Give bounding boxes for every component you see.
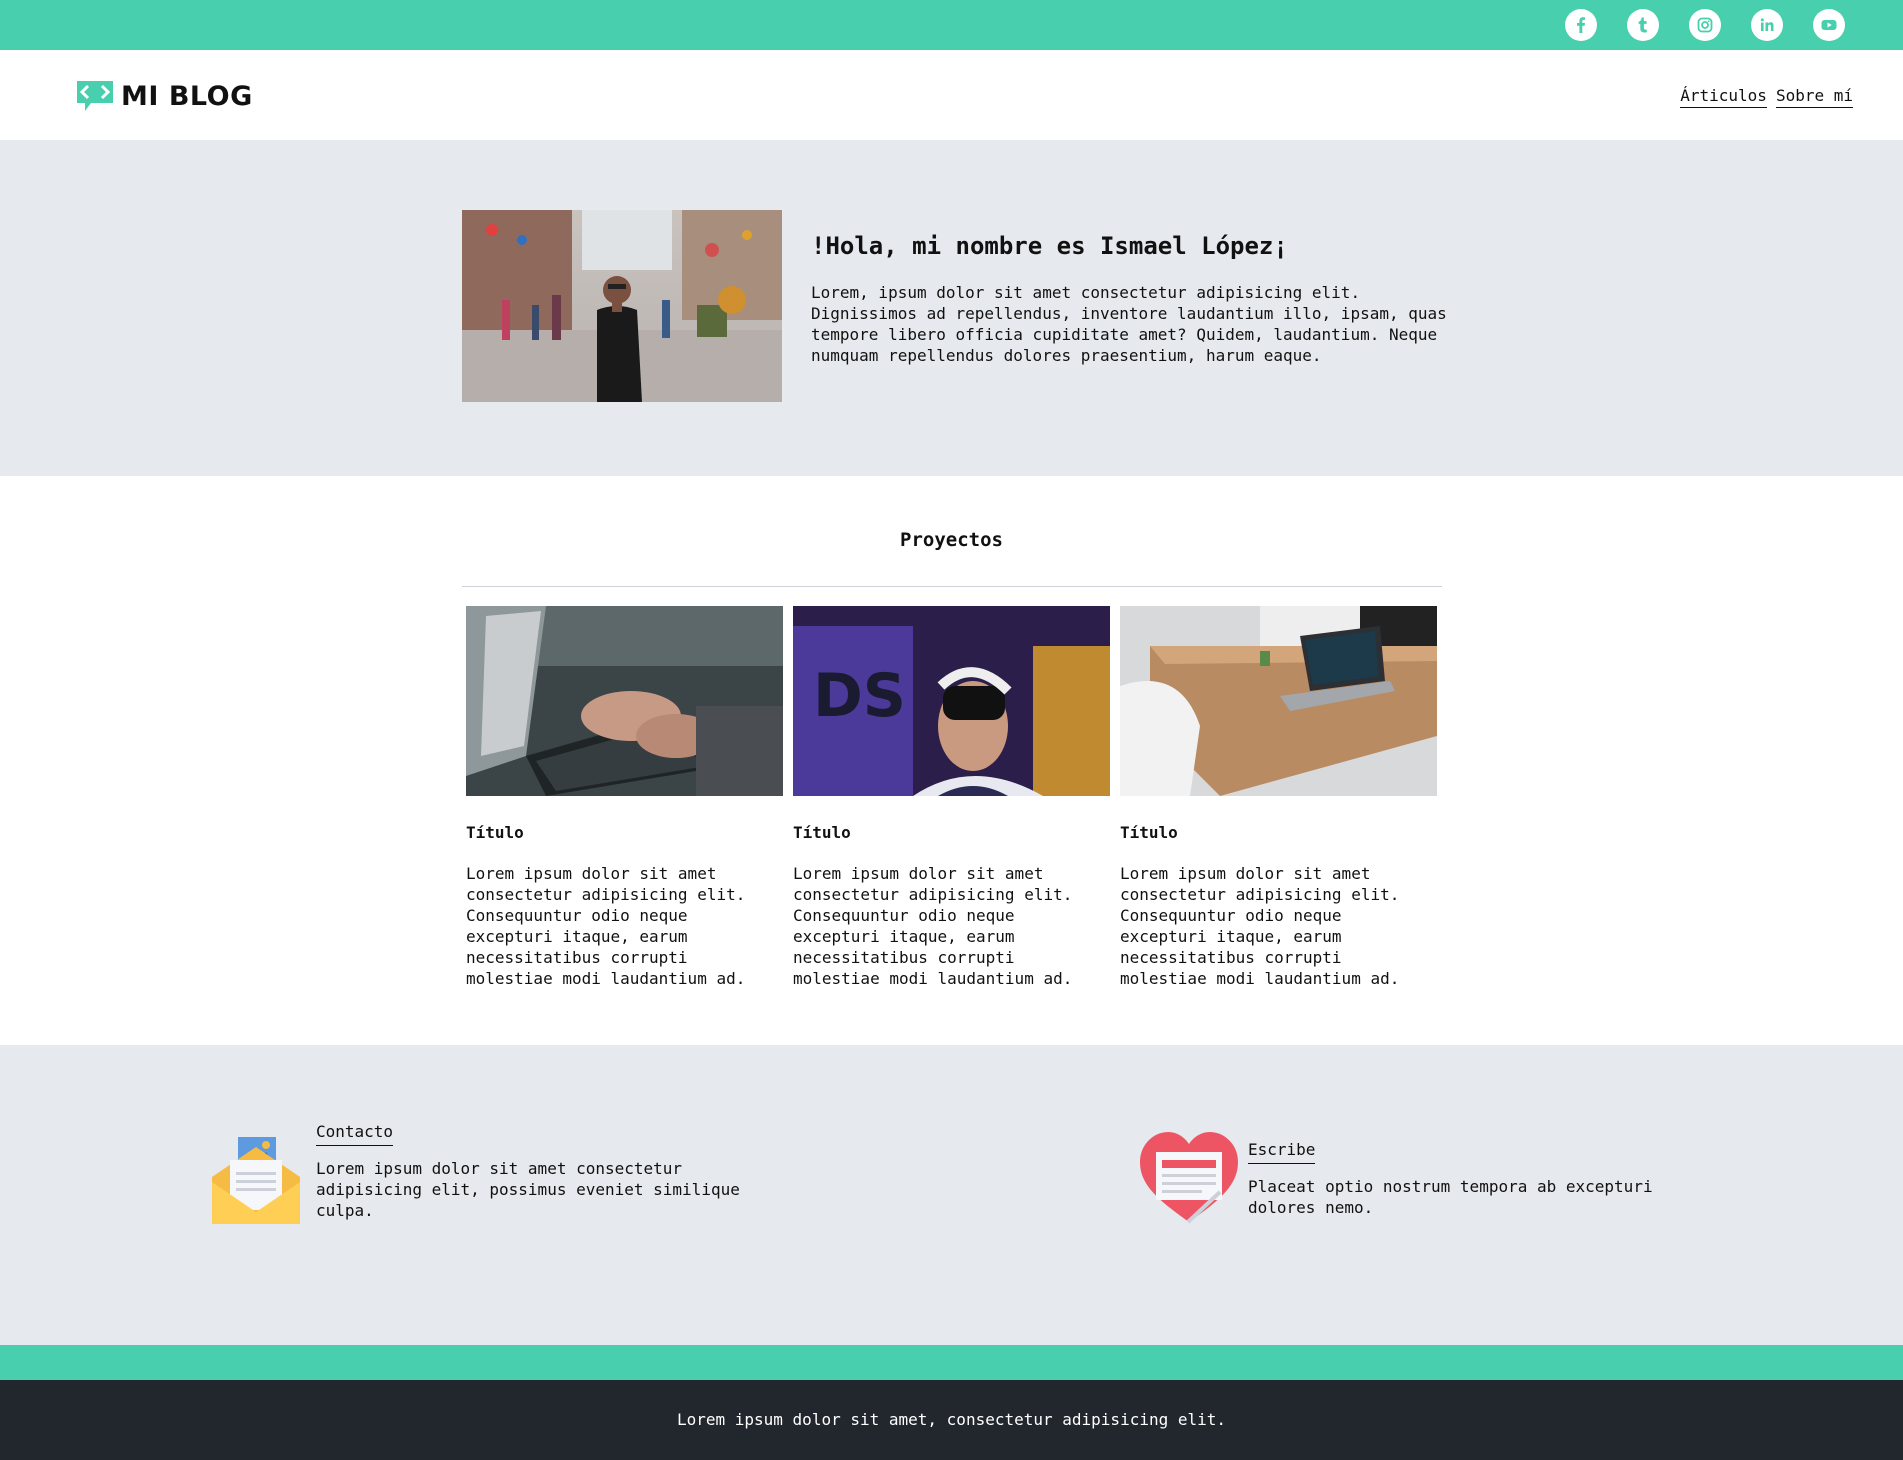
hero-title: !Hola, mi nombre es Ismael López¡ (811, 232, 1288, 260)
project-description: Lorem ipsum dolor sit amet consectetur a… (1120, 864, 1400, 988)
logo-icon (77, 81, 113, 111)
project-image-laptop (466, 606, 783, 796)
hero-section: !Hola, mi nombre es Ismael López¡ Lorem,… (0, 140, 1903, 476)
project-description: Lorem ipsum dolor sit amet consectetur a… (466, 864, 746, 988)
footer: Lorem ipsum dolor sit amet, consectetur … (0, 1380, 1903, 1460)
navbar: MI BLOG Árticulos Sobre mí (0, 50, 1903, 140)
project-card[interactable]: DS Título Lorem ipsum dolor sit amet con… (793, 606, 1110, 989)
footer-band (0, 1345, 1903, 1380)
project-card[interactable]: Título Lorem ipsum dolor sit amet consec… (466, 606, 783, 989)
project-card[interactable]: Título Lorem ipsum dolor sit amet consec… (1120, 606, 1437, 989)
logo[interactable]: MI BLOG (75, 79, 253, 113)
nav-about-link[interactable]: Sobre mí (1775, 86, 1853, 108)
profile-photo (462, 210, 782, 402)
write-block: Escribe Placeat optio nostrum tempora ab… (1138, 1130, 1678, 1226)
project-image-desk (1120, 606, 1437, 796)
main-nav: Árticulos Sobre mí (1680, 86, 1853, 108)
project-title: Título (466, 823, 524, 842)
mail-icon (212, 1137, 300, 1224)
nav-articles-link[interactable]: Árticulos (1680, 86, 1767, 108)
project-image-vr: DS (793, 606, 1110, 796)
write-title[interactable]: Escribe (1248, 1140, 1316, 1164)
svg-text:DS: DS (813, 661, 906, 731)
hero-description: Lorem, ipsum dolor sit amet consectetur … (811, 283, 1447, 365)
instagram-icon[interactable] (1689, 9, 1721, 41)
tumblr-icon[interactable] (1627, 9, 1659, 41)
projects-divider (462, 586, 1442, 587)
linkedin-icon[interactable] (1751, 9, 1783, 41)
project-description: Lorem ipsum dolor sit amet consectetur a… (793, 864, 1073, 988)
contact-description: Lorem ipsum dolor sit amet consectetur a… (316, 1159, 740, 1220)
footer-text: Lorem ipsum dolor sit amet, consectetur … (676, 1410, 1227, 1429)
logo-text: MI BLOG (121, 80, 253, 112)
social-links (1565, 9, 1845, 41)
project-title: Título (1120, 823, 1178, 842)
contact-section: Contacto Lorem ipsum dolor sit amet cons… (0, 1045, 1903, 1345)
top-bar (0, 0, 1903, 50)
youtube-icon[interactable] (1813, 9, 1845, 41)
contact-block: Contacto Lorem ipsum dolor sit amet cons… (210, 1122, 756, 1228)
project-title: Título (793, 823, 851, 842)
contact-title[interactable]: Contacto (316, 1122, 394, 1146)
write-description: Placeat optio nostrum tempora ab exceptu… (1248, 1177, 1653, 1217)
facebook-icon[interactable] (1565, 9, 1597, 41)
projects-section: Proyectos Título Lorem ipsum dolor sit a… (0, 476, 1903, 1045)
heart-icon (1140, 1132, 1238, 1224)
projects-title: Proyectos (900, 529, 1003, 551)
